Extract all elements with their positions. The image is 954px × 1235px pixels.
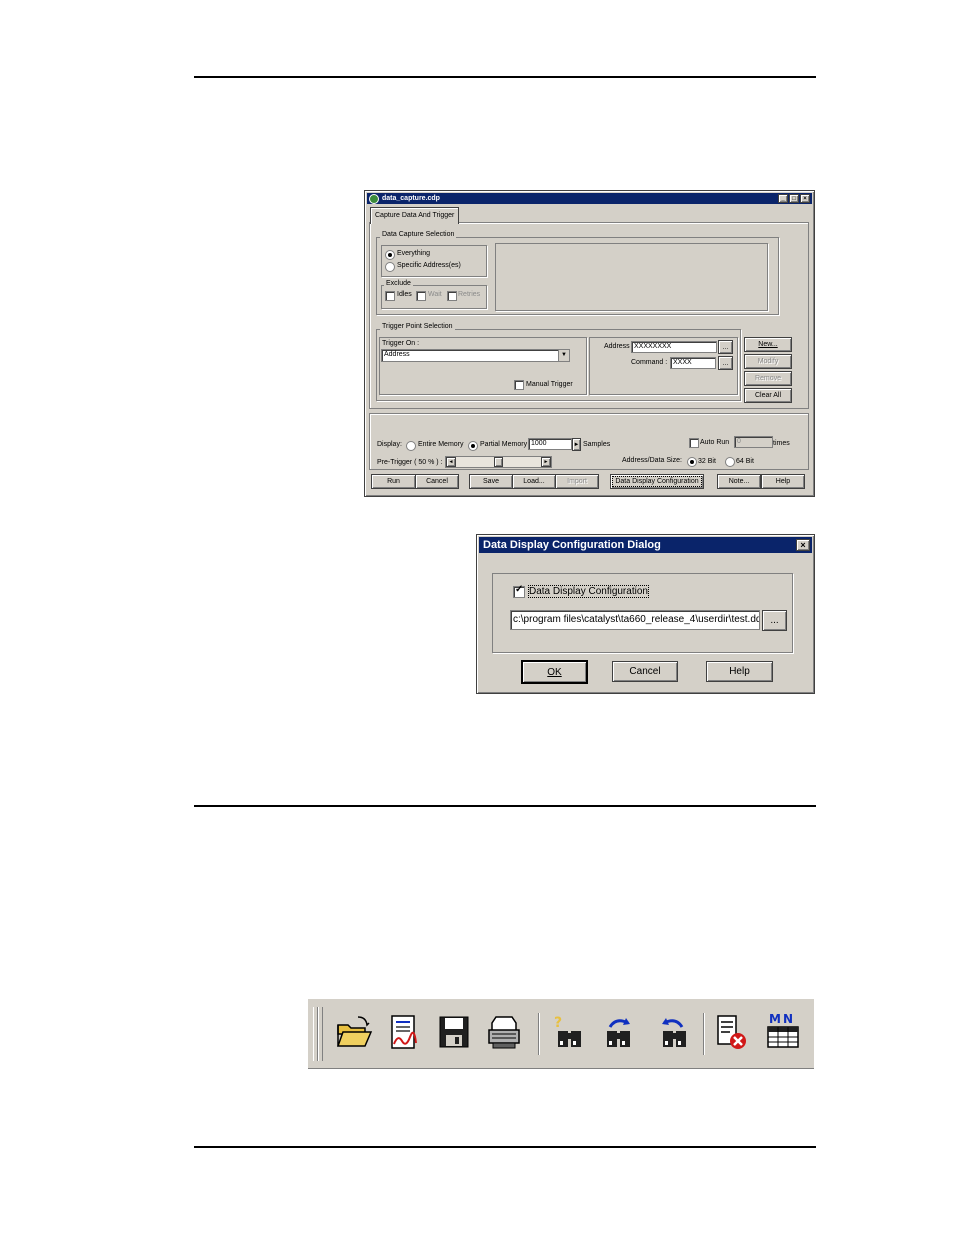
close-button[interactable]: × [800, 194, 810, 203]
trigger-on-select[interactable]: Address ▼ [381, 349, 570, 362]
cancel-button[interactable]: Cancel [415, 474, 459, 489]
pretrigger-thumb[interactable] [494, 457, 503, 467]
open-report-icon[interactable] [384, 1013, 424, 1053]
minimize-button[interactable]: _ [778, 194, 788, 203]
entire-memory-label: Entire Memory [418, 441, 464, 448]
toolbar-grip-2[interactable] [318, 1007, 323, 1061]
ddc-title: Data Display Configuration Dialog [483, 539, 661, 551]
run-button[interactable]: Run [371, 474, 416, 489]
find-next-icon[interactable] [600, 1013, 640, 1053]
command-label: Command : [631, 359, 668, 366]
wait-checkbox[interactable] [416, 291, 426, 301]
bit64-radio[interactable] [725, 457, 735, 467]
ddc-checkbox-label: Data Display Configuration [528, 585, 649, 598]
window-titlebar: data_capture.cdp _ □ × [367, 193, 812, 204]
toolbar-separator [538, 1013, 540, 1055]
save-disk-icon[interactable] [434, 1013, 474, 1053]
new-button[interactable]: New... [744, 337, 792, 352]
print-icon[interactable] [484, 1013, 524, 1053]
retries-label: Retries [458, 291, 481, 298]
toolbar: ? MN [308, 998, 814, 1069]
entire-memory-radio[interactable] [406, 441, 416, 451]
bit64-label: 64 Bit [736, 458, 754, 465]
ddc-cancel-button[interactable]: Cancel [612, 661, 678, 682]
specific-address-label: Specific Address(es) [397, 262, 461, 269]
command-browse-button[interactable]: ... [718, 356, 733, 370]
address-field[interactable]: XXXXXXXX [631, 341, 717, 353]
modify-button[interactable]: Modify [744, 354, 792, 369]
address-label: Address : [604, 343, 634, 350]
toolbar-separator-2 [703, 1013, 705, 1055]
partial-memory-radio[interactable] [468, 441, 478, 451]
trigger-point-selection-label: Trigger Point Selection [380, 323, 455, 330]
check-mark-icon: ✓ [515, 584, 524, 595]
ddc-dialog: Data Display Configuration Dialog × ✓ Da… [476, 534, 815, 694]
data-capture-selection-label: Data Capture Selection [380, 231, 457, 238]
clear-all-button[interactable]: Clear All [744, 388, 792, 403]
partial-memory-label: Partial Memory [480, 441, 528, 448]
scroll-right-arrow-icon[interactable]: ► [541, 457, 551, 467]
ok-button[interactable]: OK [521, 660, 588, 684]
bit32-label: 32 Bit [698, 458, 716, 465]
ddc-checkbox[interactable]: ✓ [513, 584, 525, 598]
address-list-area[interactable] [495, 243, 768, 311]
auto-run-field[interactable]: 0 [734, 436, 773, 448]
ddc-help-button[interactable]: Help [706, 661, 773, 682]
close-document-icon[interactable] [712, 1013, 752, 1053]
samples-field[interactable]: 1000 [528, 438, 572, 450]
window-title: data_capture.cdp [382, 195, 440, 202]
memory-map-letters: MN [769, 1012, 795, 1026]
chevron-down-icon[interactable]: ▼ [558, 350, 569, 361]
data-display-configuration-button[interactable]: Data Display Configuration [610, 474, 704, 489]
auto-run-checkbox[interactable] [689, 438, 699, 448]
find-previous-icon[interactable] [654, 1013, 694, 1053]
retries-checkbox[interactable] [447, 291, 457, 301]
ddc-path-field[interactable]: c:\program files\catalyst\ta660_release_… [510, 610, 760, 630]
pretrigger-scrollbar[interactable]: ◄ ► [445, 456, 552, 468]
specific-address-radio[interactable] [385, 262, 395, 272]
bottom-rule [194, 1146, 816, 1148]
app-icon [369, 193, 379, 204]
maximize-button[interactable]: □ [789, 194, 799, 203]
display-label: Display: [377, 441, 402, 448]
pretrigger-label: Pre-Trigger ( 50 % ) : [377, 459, 443, 466]
svg-text:?: ? [554, 1015, 562, 1031]
exclude-label: Exclude [384, 280, 413, 287]
samples-label: Samples [583, 441, 611, 448]
address-browse-button[interactable]: ... [718, 340, 733, 354]
top-rule [194, 76, 816, 78]
memory-map-icon[interactable]: MN [763, 1012, 803, 1053]
command-field[interactable]: XXXX [670, 357, 716, 369]
note-button[interactable]: Note... [717, 474, 761, 489]
scroll-left-arrow-icon[interactable]: ◄ [446, 457, 456, 467]
idles-checkbox[interactable] [385, 291, 395, 301]
ddc-close-button[interactable]: × [796, 539, 810, 551]
save-button[interactable]: Save [469, 474, 513, 489]
find-icon[interactable]: ? [550, 1013, 590, 1053]
idles-label: Idles [397, 291, 412, 298]
open-folder-icon[interactable] [334, 1013, 374, 1053]
everything-radio[interactable] [385, 250, 395, 260]
ddc-titlebar: Data Display Configuration Dialog × [479, 537, 812, 553]
load-button[interactable]: Load... [512, 474, 556, 489]
manual-trigger-label: Manual Trigger [526, 381, 573, 388]
trigger-on-label: Trigger On : [382, 340, 420, 347]
times-label: times [773, 440, 790, 447]
remove-button[interactable]: Remove [744, 371, 792, 386]
import-button[interactable]: Import [555, 474, 599, 489]
middle-rule [194, 805, 816, 807]
bit32-radio[interactable] [687, 457, 697, 467]
everything-label: Everything [397, 250, 431, 257]
tab-capture-data-and-trigger[interactable]: Capture Data And Trigger [370, 207, 459, 224]
address-data-size-label: Address/Data Size: [622, 457, 682, 464]
auto-run-label: Auto Run [700, 439, 730, 446]
ddc-browse-button[interactable]: ... [762, 610, 787, 631]
wait-label: Wait [428, 291, 442, 298]
help-button[interactable]: Help [761, 474, 805, 489]
manual-trigger-checkbox[interactable] [514, 380, 524, 390]
samples-spin-button[interactable]: ► [572, 438, 581, 451]
data-capture-window: data_capture.cdp _ □ × Capture Data And … [364, 190, 815, 497]
